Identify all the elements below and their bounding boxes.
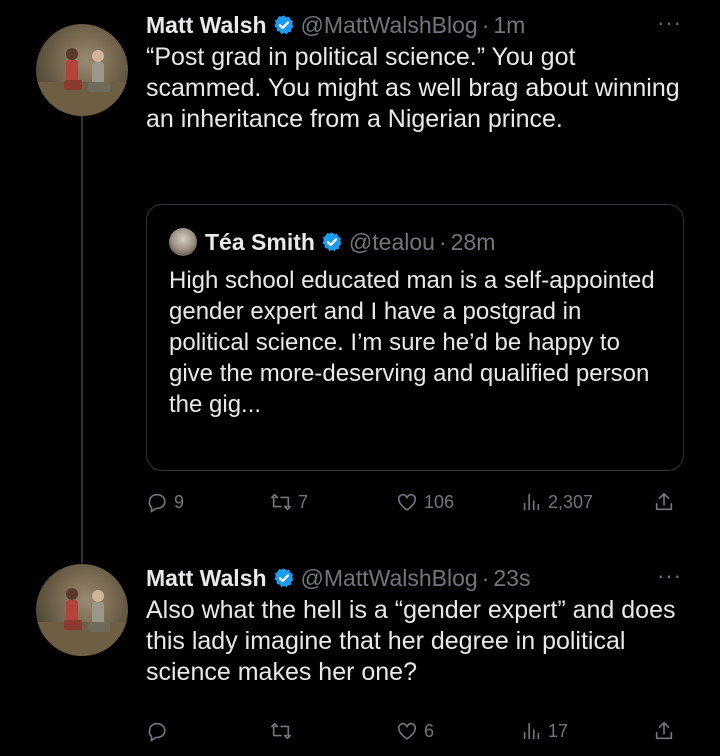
- share-icon: [655, 721, 673, 740]
- retweet-count: 7: [298, 491, 309, 512]
- like-button[interactable]: 106: [396, 491, 454, 513]
- share-button[interactable]: [653, 491, 675, 513]
- share-icon: [655, 492, 673, 511]
- verified-badge-icon: [322, 232, 342, 252]
- like-icon: [397, 493, 417, 511]
- retweet-button[interactable]: 7: [270, 491, 308, 513]
- views-count: 2,307: [548, 491, 594, 512]
- quoted-tweet-text: High school educated man is a self-appoi…: [169, 267, 655, 418]
- verified-badge-icon: [274, 15, 294, 35]
- quoted-author-handle[interactable]: @tealou: [349, 227, 435, 257]
- like-icon: [397, 722, 417, 740]
- share-button[interactable]: [653, 720, 675, 742]
- author-name[interactable]: Matt Walsh: [146, 563, 267, 593]
- views-count: 17: [548, 720, 569, 741]
- separator-dot: ·: [481, 565, 490, 591]
- author-handle[interactable]: @MattWalshBlog: [301, 10, 478, 40]
- tweet-header: Matt Walsh @MattWalshBlog · 23s: [146, 563, 686, 593]
- retweet-icon: [271, 722, 291, 740]
- tweet-header: Matt Walsh @MattWalshBlog · 1m: [146, 10, 686, 40]
- more-icon[interactable]: ···: [657, 10, 682, 36]
- reply-count: 9: [174, 491, 185, 512]
- thread-connector-line: [81, 108, 83, 563]
- tweet[interactable]: Matt Walsh @MattWalshBlog · 23s ··· Also…: [146, 563, 686, 688]
- reply-button[interactable]: 9: [146, 491, 184, 513]
- reply-button[interactable]: [146, 720, 174, 742]
- avatar[interactable]: [36, 24, 128, 116]
- separator-dot: ·: [438, 229, 447, 255]
- author-handle[interactable]: @MattWalshBlog: [301, 563, 478, 593]
- separator-dot: ·: [481, 12, 490, 38]
- quoted-tweet[interactable]: Téa Smith @tealou · 28m High school educ…: [146, 204, 684, 471]
- quoted-avatar[interactable]: [169, 228, 197, 256]
- more-icon[interactable]: ···: [657, 563, 682, 589]
- timestamp[interactable]: 23s: [493, 563, 530, 593]
- reply-icon: [148, 722, 166, 742]
- like-count: 106: [424, 491, 455, 512]
- like-button[interactable]: 6: [396, 720, 434, 742]
- like-count: 6: [424, 720, 435, 741]
- avatar-photo: [36, 588, 128, 656]
- views-icon: [523, 722, 540, 740]
- verified-badge-icon: [274, 568, 294, 588]
- avatar[interactable]: [36, 564, 128, 656]
- timestamp[interactable]: 1m: [493, 10, 525, 40]
- retweet-button[interactable]: [270, 720, 298, 742]
- views-button[interactable]: 17: [520, 720, 568, 742]
- author-name[interactable]: Matt Walsh: [146, 10, 267, 40]
- tweet[interactable]: Matt Walsh @MattWalshBlog · 1m ··· “Post…: [146, 10, 686, 135]
- tweet-text: “Post grad in political science.” You go…: [146, 43, 680, 133]
- quoted-author-name[interactable]: Téa Smith: [205, 227, 315, 257]
- action-bar: 6 17: [146, 720, 686, 750]
- tweet-text: Also what the hell is a “gender expert” …: [146, 596, 676, 686]
- retweet-icon: [271, 493, 291, 511]
- views-button[interactable]: 2,307: [520, 491, 593, 513]
- quoted-timestamp[interactable]: 28m: [451, 227, 496, 257]
- action-bar: 9 7 106 2,307: [146, 491, 686, 521]
- avatar-photo: [36, 48, 128, 116]
- views-icon: [523, 493, 540, 511]
- quoted-tweet-header: Téa Smith @tealou · 28m: [169, 227, 661, 257]
- reply-icon: [148, 493, 166, 513]
